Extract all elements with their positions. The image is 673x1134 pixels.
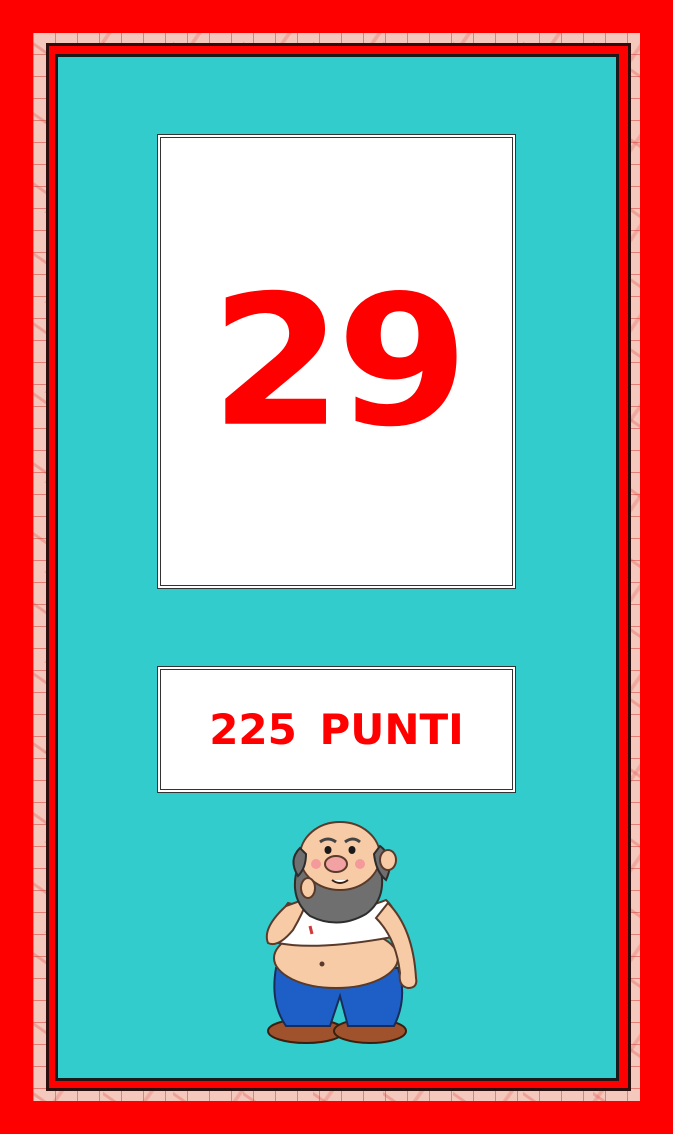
- card-number: 29: [210, 256, 468, 466]
- points-label: 225 PUNTI: [209, 705, 464, 754]
- points-box: 225 PUNTI: [157, 666, 516, 793]
- game-card: 29 225 PUNTI: [0, 0, 673, 1134]
- bearded-old-man-icon: [265, 821, 418, 1044]
- number-box: 29: [157, 134, 516, 589]
